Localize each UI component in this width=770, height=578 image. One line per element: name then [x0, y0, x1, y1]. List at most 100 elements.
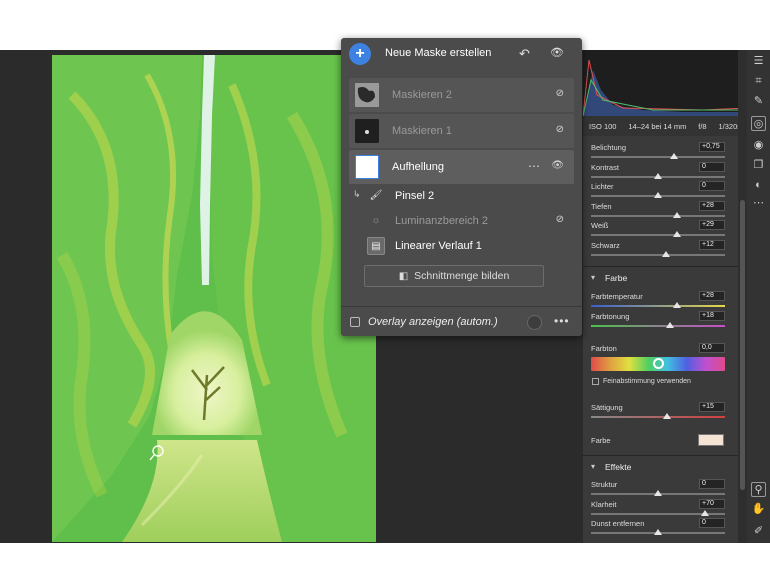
value-field[interactable]: +12: [699, 239, 725, 250]
zoom-icon[interactable]: ⚲: [751, 482, 766, 497]
mask-item-maskieren-1[interactable]: Maskieren 1 ⊘: [349, 114, 574, 148]
eye-icon[interactable]: 👁: [551, 160, 564, 171]
adjustments-panel: ISO 100 14–24 bei 14 mm f/8 1/320s Belic…: [582, 50, 748, 543]
slider-schwarz[interactable]: Schwarz +12: [591, 239, 725, 261]
overlay-label: Overlay anzeigen (autom.): [368, 316, 498, 328]
slider-kontrast[interactable]: Kontrast 0: [591, 161, 725, 183]
slider-knob[interactable]: [662, 250, 671, 257]
slider-farbtonung[interactable]: Farbtonung +18: [591, 311, 725, 332]
more-options-icon[interactable]: •••: [554, 314, 570, 328]
fine-tune-checkbox[interactable]: [592, 378, 599, 385]
lens-value: 14–24 bei 14 mm: [628, 121, 687, 131]
value-field[interactable]: 0,0: [699, 343, 725, 353]
mask-overlay-image: [52, 55, 376, 542]
scrollbar-thumb[interactable]: [740, 200, 745, 490]
value-field[interactable]: +28: [699, 200, 725, 211]
value-field[interactable]: +29: [699, 220, 725, 230]
component-pinsel-2[interactable]: ↳ 🖌 Pinsel 2: [349, 184, 574, 208]
value-field[interactable]: +0,75: [699, 142, 725, 152]
slider-struktur[interactable]: Struktur 0: [591, 479, 725, 500]
slider-knob[interactable]: [700, 509, 709, 516]
masking-icon[interactable]: ◎: [751, 116, 766, 131]
value-field[interactable]: +28: [699, 291, 725, 301]
section-header-effects[interactable]: ▾ Effekte: [583, 455, 747, 477]
mask-panel: + Neue Maske erstellen ↶ 👁 Maskieren 2 ⊘…: [341, 38, 582, 336]
aperture-value: f/8: [698, 121, 707, 131]
slider-track: [591, 253, 725, 256]
tint-track: [591, 325, 725, 327]
photo-canvas[interactable]: [52, 55, 376, 542]
hue-handle[interactable]: [653, 358, 664, 369]
mask-item-aufhellung[interactable]: Aufhellung ⋯ 👁: [349, 150, 574, 184]
color-swatch[interactable]: [698, 434, 724, 446]
hue-picker[interactable]: Farbton 0,0: [591, 343, 725, 378]
eye-hidden-icon[interactable]: ⊘: [556, 214, 564, 225]
slider-knob[interactable]: [654, 490, 662, 496]
histogram: [582, 50, 748, 117]
tool-rail: ☰ ⌗ ✎ ◎ ◉ ❐ ◐ ⋯ ⚲ ✋ ✐: [747, 50, 770, 543]
fine-tune-label: Feinabstimmung verwenden: [603, 378, 691, 385]
slider-knob[interactable]: [654, 529, 662, 535]
slider-knob[interactable]: [663, 413, 672, 419]
value-field[interactable]: 0: [699, 479, 725, 489]
more-icon[interactable]: ⋯: [751, 196, 766, 211]
mask-thumbnail: [355, 155, 379, 179]
slider-klarheit[interactable]: Klarheit +70: [591, 498, 725, 520]
healing-brush-icon[interactable]: ✎: [751, 94, 766, 109]
slider-track: [591, 234, 725, 236]
camera-info: ISO 100 14–24 bei 14 mm f/8 1/320s: [583, 116, 747, 136]
slider-belichtung[interactable]: Belichtung +0,75: [591, 142, 725, 163]
create-mask-button[interactable]: +: [349, 43, 371, 65]
branch-arrow-icon: ↳: [353, 189, 361, 199]
slider-dunst-entfernen[interactable]: Dunst entfernen 0: [591, 518, 725, 539]
linear-gradient-icon: ▤: [367, 237, 385, 255]
slider-track: [591, 214, 725, 217]
undo-icon[interactable]: ↶: [519, 46, 530, 62]
intersect-button[interactable]: ◧ Schnittmenge bilden: [364, 265, 544, 287]
eye-icon[interactable]: 👁: [550, 46, 564, 59]
presets-icon[interactable]: ◐: [751, 178, 766, 193]
more-options-icon[interactable]: ⋯: [528, 159, 540, 173]
crop-icon[interactable]: ⌗: [751, 74, 766, 89]
component-linearer-verlauf-1[interactable]: ▤ Linearer Verlauf 1: [349, 234, 574, 258]
eye-hidden-icon[interactable]: ⊘: [556, 88, 564, 99]
overlay-color-button[interactable]: [527, 315, 542, 330]
slider-knob[interactable]: [654, 192, 662, 198]
eye-hidden-icon[interactable]: ⊘: [556, 124, 564, 135]
mask-panel-header: + Neue Maske erstellen ↶ 👁: [341, 38, 582, 70]
slider-farbtemperatur[interactable]: Farbtemperatur +28: [591, 291, 725, 312]
value-field[interactable]: +15: [699, 402, 725, 412]
overlay-bar: Overlay anzeigen (autom.) •••: [341, 306, 582, 336]
slider-knob[interactable]: [654, 172, 662, 179]
slider-knob[interactable]: [670, 153, 679, 159]
value-field[interactable]: 0: [699, 161, 725, 172]
hand-icon[interactable]: ✋: [751, 502, 766, 517]
slider-knob[interactable]: [672, 231, 681, 237]
red-eye-icon[interactable]: ◉: [751, 138, 766, 153]
slider-track: [591, 156, 725, 158]
slider-tiefen[interactable]: Tiefen +28: [591, 200, 725, 222]
value-field[interactable]: +18: [699, 311, 725, 321]
slider-knob[interactable]: [672, 211, 681, 218]
snapshots-icon[interactable]: ❐: [751, 158, 766, 173]
sliders-icon[interactable]: ☰: [751, 54, 766, 69]
component-luminanzbereich-2[interactable]: ☼ Luminanzbereich 2 ⊘: [349, 209, 574, 233]
slider-lichter[interactable]: Lichter 0: [591, 181, 725, 202]
eyedropper-icon[interactable]: ✐: [751, 524, 766, 539]
create-mask-label[interactable]: Neue Maske erstellen: [385, 47, 491, 59]
slider-knob[interactable]: [666, 322, 675, 328]
mask-item-maskieren-2[interactable]: Maskieren 2 ⊘: [349, 78, 574, 112]
overlay-checkbox[interactable]: [350, 317, 360, 327]
value-field[interactable]: 0: [699, 181, 725, 191]
value-field[interactable]: +70: [699, 498, 725, 509]
panel-scrollbar[interactable]: [738, 50, 747, 543]
mask-thumbnail: [355, 83, 379, 107]
value-field[interactable]: 0: [699, 518, 725, 528]
temperature-track: [591, 305, 725, 307]
slider-saettigung[interactable]: Sättigung +15: [591, 402, 725, 423]
slider-weiß[interactable]: Weiß +29: [591, 220, 725, 241]
brush-icon: 🖌: [369, 190, 383, 201]
slider-knob[interactable]: [672, 302, 681, 308]
section-header-color[interactable]: ▾ Farbe: [583, 266, 747, 288]
iso-value: ISO 100: [588, 121, 617, 131]
